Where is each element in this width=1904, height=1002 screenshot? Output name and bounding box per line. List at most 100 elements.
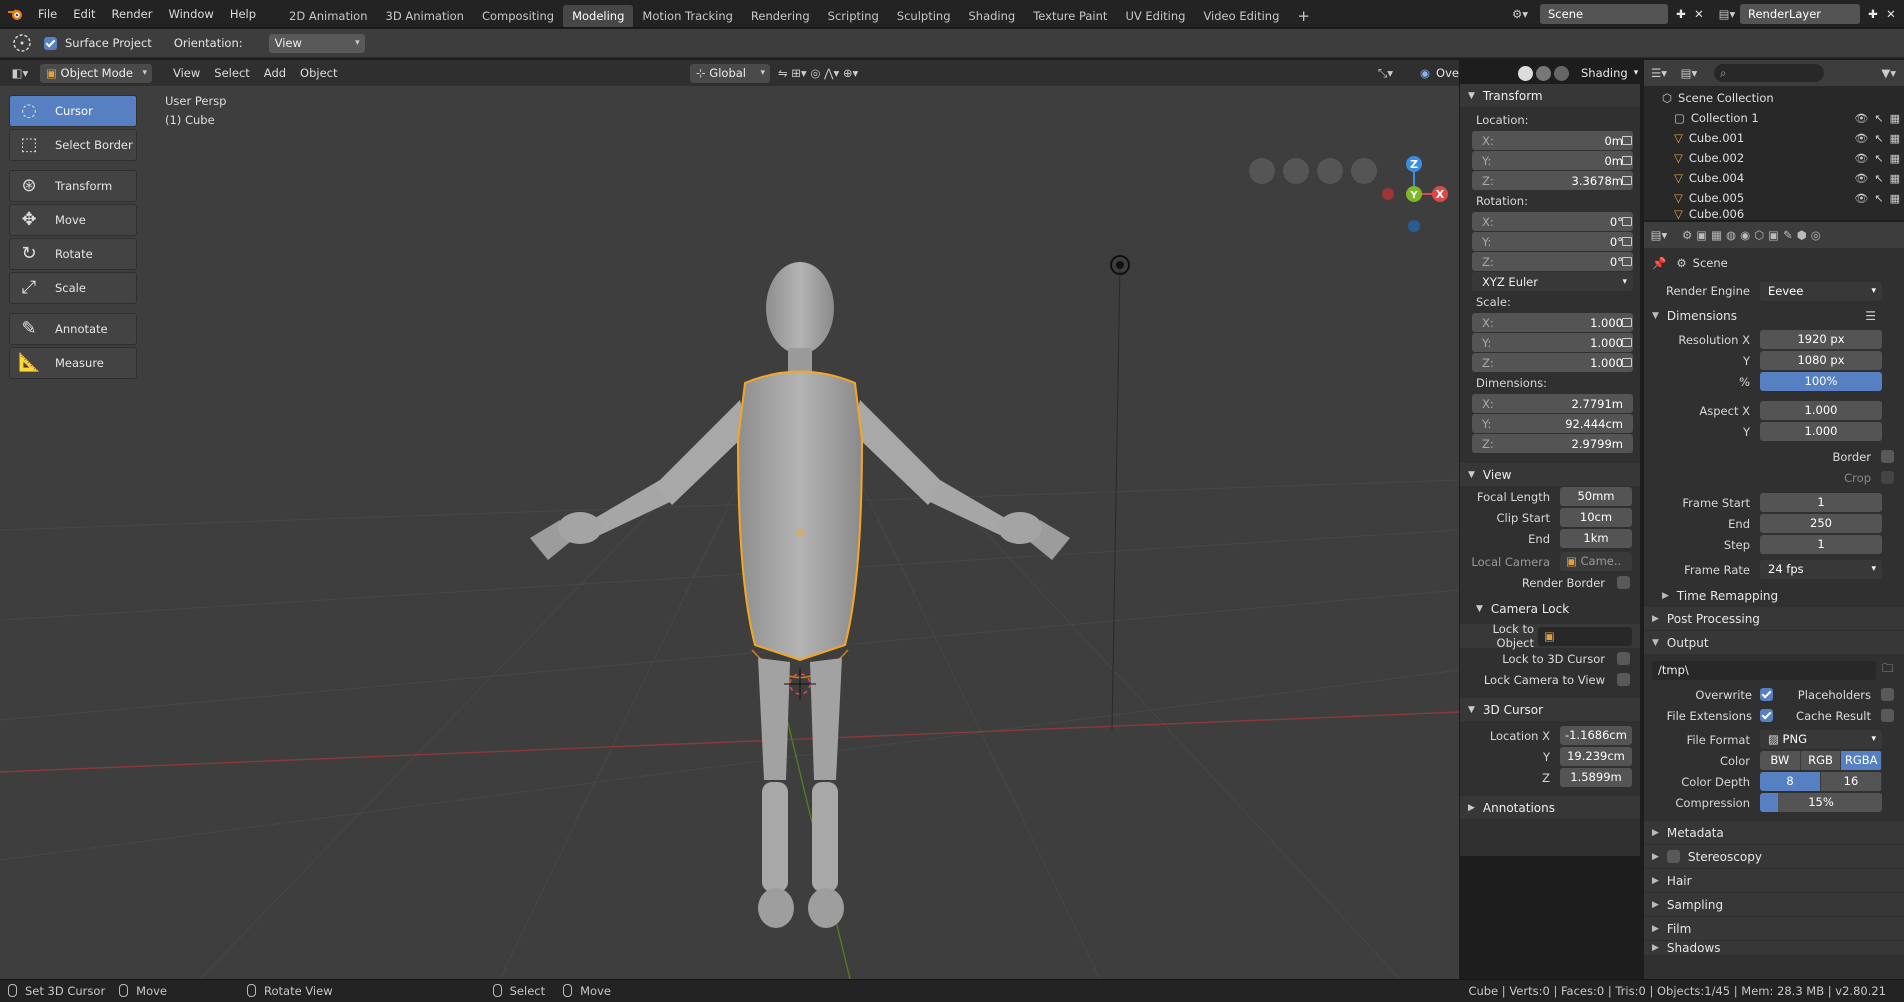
pivot-icon[interactable]: ⇋ ⊞▾ ◎ ⋀▾ ⊕▾ <box>778 66 858 80</box>
transform-panel-header[interactable]: ▼ Transform <box>1460 84 1640 107</box>
tool-measure[interactable]: 📐 Measure <box>9 347 137 379</box>
viewport-menu-view[interactable]: View <box>166 63 207 83</box>
rotation-z-field[interactable]: Z: 0° <box>1472 252 1633 271</box>
color-depth-selector[interactable]: 8 16 <box>1760 772 1882 791</box>
overwrite-checkbox[interactable] <box>1760 688 1773 701</box>
tab-sculpting[interactable]: Sculpting <box>888 5 960 27</box>
border-checkbox[interactable] <box>1881 450 1894 463</box>
frame-step-field[interactable]: 1 <box>1760 535 1882 554</box>
dimensions-x-field[interactable]: X: 2.7791m <box>1472 394 1633 413</box>
menu-help[interactable]: Help <box>222 0 264 28</box>
placeholders-checkbox[interactable] <box>1881 688 1894 701</box>
scene-name-field[interactable]: Scene <box>1540 4 1668 24</box>
shading-material-icon[interactable] <box>1536 65 1551 81</box>
orientation-dropdown[interactable]: View ▾ <box>268 33 365 53</box>
tool-cursor[interactable]: ◌ Cursor <box>9 95 137 127</box>
lock-to-cursor-checkbox[interactable] <box>1617 652 1630 665</box>
location-z-field[interactable]: Z: 3.3678m <box>1472 171 1633 190</box>
post-processing-header[interactable]: ▶ Post Processing <box>1644 607 1904 630</box>
scale-x-field[interactable]: X: 1.000 <box>1472 313 1633 332</box>
tab-rendering[interactable]: Rendering <box>742 5 819 27</box>
focal-length-field[interactable]: 50mm <box>1560 487 1632 506</box>
tool-select-border[interactable]: ⬚ Select Border <box>9 129 137 161</box>
surface-project-checkbox[interactable] <box>44 36 57 50</box>
view-layer-icon[interactable]: ▤▾ <box>1714 7 1740 21</box>
lock-icon[interactable] <box>1622 358 1632 367</box>
color-rgba-option[interactable]: RGBA <box>1841 751 1882 770</box>
properties-tabs[interactable]: ⚙▣▦◍◉⬡▣✎⬢◎ <box>1682 228 1825 242</box>
overlays-dropdown[interactable]: ◉Overlays▾ <box>1420 63 1459 83</box>
transform-orientation-dropdown[interactable]: ⊹ Global ▾ <box>690 63 770 83</box>
annotations-panel-header[interactable]: ▶ Annotations <box>1460 796 1640 819</box>
folder-icon[interactable]: 🗀 <box>1882 661 1894 680</box>
dimensions-panel-header[interactable]: ▼ Dimensions ☰ <box>1644 304 1904 327</box>
new-view-layer-icon[interactable]: ✚ <box>1864 7 1882 21</box>
metadata-header[interactable]: ▶ Metadata <box>1644 821 1904 844</box>
view-panel-header[interactable]: ▼ View <box>1460 463 1640 486</box>
sampling-header[interactable]: ▶ Sampling <box>1644 893 1904 916</box>
output-path-input[interactable]: /tmp\ <box>1652 660 1876 680</box>
lock-icon[interactable] <box>1622 156 1632 165</box>
delete-view-layer-icon[interactable]: ✕ <box>1882 7 1900 21</box>
lock-icon[interactable] <box>1622 257 1632 266</box>
dimensions-y-field[interactable]: Y: 92.444cm <box>1472 414 1633 433</box>
scene-icon[interactable]: ⚙▾ <box>1512 7 1540 21</box>
view-layer-field[interactable]: RenderLayer <box>1740 4 1860 24</box>
active-tool-icon[interactable] <box>0 32 44 54</box>
outliner-item[interactable]: ▽ Cube.005 👁 ↖ ▦ <box>1644 188 1904 208</box>
frame-rate-dropdown[interactable]: 24 fps ▾ <box>1760 560 1882 579</box>
cursor-location-y-field[interactable]: 19.239cm <box>1560 747 1632 766</box>
shading-solid-icon[interactable] <box>1518 65 1533 81</box>
3d-cursor-panel-header[interactable]: ▼ 3D Cursor <box>1460 698 1640 721</box>
rotation-mode-dropdown[interactable]: XYZ Euler ▾ <box>1472 272 1633 291</box>
rotation-x-field[interactable]: X: 0° <box>1472 212 1633 231</box>
color-depth-8-option[interactable]: 8 <box>1760 772 1821 791</box>
pin-icon[interactable]: 📌 <box>1652 256 1666 270</box>
menu-render[interactable]: Render <box>104 0 161 28</box>
compression-slider[interactable]: 15% <box>1760 793 1882 812</box>
aspect-y-field[interactable]: 1.000 <box>1760 422 1882 441</box>
viewport-menu-add[interactable]: Add <box>257 63 293 83</box>
frame-end-field[interactable]: 250 <box>1760 514 1882 533</box>
gizmo-toggle-icon[interactable]: ⤡▾ <box>1378 66 1393 81</box>
tool-move[interactable]: ✥ Move <box>9 204 137 236</box>
editor-type-icon[interactable]: ◧▾ <box>0 66 40 80</box>
tab-3d-animation[interactable]: 3D Animation <box>377 5 473 27</box>
outliner-item[interactable]: ▽ Cube.004 👁 ↖ ▦ <box>1644 168 1904 188</box>
menu-edit[interactable]: Edit <box>65 0 103 28</box>
tool-rotate[interactable]: ↻ Rotate <box>9 238 137 270</box>
tab-modeling[interactable]: Modeling <box>563 4 634 27</box>
outliner-item[interactable]: ▽ Cube.001 👁 ↖ ▦ <box>1644 128 1904 148</box>
shading-dropdown[interactable]: Shading <box>1581 66 1628 80</box>
output-panel-header[interactable]: ▼ Output <box>1644 631 1904 654</box>
delete-scene-icon[interactable]: ✕ <box>1690 7 1708 21</box>
viewport-menu-object[interactable]: Object <box>293 63 344 83</box>
3d-viewport[interactable]: Z Y X ◧▾ ▣ Object Mode ▾ View Select Add … <box>0 60 1459 979</box>
tab-texture-paint[interactable]: Texture Paint <box>1024 5 1116 27</box>
filter-icon[interactable]: ▼▾ <box>1881 66 1896 80</box>
lock-icon[interactable] <box>1622 237 1632 246</box>
tab-shading[interactable]: Shading <box>960 5 1025 27</box>
local-camera-field[interactable]: ▣ Came.. <box>1560 552 1632 571</box>
tool-scale[interactable]: ⤢ Scale <box>9 272 137 304</box>
scale-z-field[interactable]: Z: 1.000 <box>1472 353 1633 372</box>
tab-uv-editing[interactable]: UV Editing <box>1116 5 1194 27</box>
clip-end-field[interactable]: 1km <box>1560 529 1632 548</box>
resolution-y-field[interactable]: 1080 px <box>1760 351 1882 370</box>
outliner-editor-icon[interactable]: ☰▾ <box>1644 66 1674 80</box>
render-engine-dropdown[interactable]: Eevee ▾ <box>1760 281 1882 301</box>
stereoscopy-checkbox[interactable] <box>1666 850 1680 863</box>
navigation-gizmo-buttons[interactable] <box>1249 158 1377 184</box>
properties-editor-icon[interactable]: ▤▾ <box>1644 228 1674 242</box>
resolution-x-field[interactable]: 1920 px <box>1760 330 1882 349</box>
outliner-scene-collection[interactable]: ⬡ Scene Collection <box>1644 88 1904 108</box>
stereoscopy-header[interactable]: ▶ Stereoscopy <box>1644 845 1904 868</box>
frame-start-field[interactable]: 1 <box>1760 493 1882 512</box>
scale-y-field[interactable]: Y: 1.000 <box>1472 333 1633 352</box>
lock-icon[interactable] <box>1622 136 1632 145</box>
menu-file[interactable]: File <box>30 0 65 28</box>
crop-checkbox[interactable] <box>1881 471 1894 484</box>
outliner-item[interactable]: ▽ Cube.002 👁 ↖ ▦ <box>1644 148 1904 168</box>
outliner-item[interactable]: ▢ Collection 1 👁 ↖ ▦ <box>1644 108 1904 128</box>
file-extensions-checkbox[interactable] <box>1760 709 1773 722</box>
